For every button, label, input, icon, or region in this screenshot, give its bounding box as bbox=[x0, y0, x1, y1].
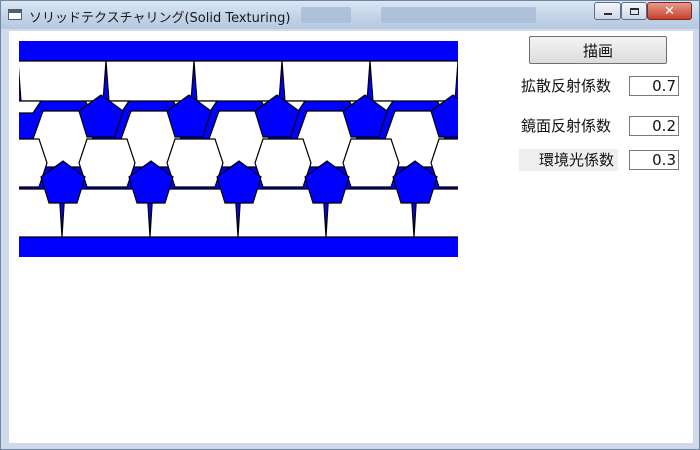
maximize-button[interactable] bbox=[621, 2, 647, 20]
draw-button[interactable]: 描画 bbox=[529, 36, 667, 64]
white-patch bbox=[342, 138, 400, 188]
ambient-label: 環境光係数 bbox=[519, 149, 619, 171]
close-icon: ✕ bbox=[664, 3, 675, 19]
minimize-icon bbox=[603, 13, 612, 15]
white-patch bbox=[369, 60, 458, 102]
ambient-input[interactable] bbox=[629, 150, 679, 170]
white-patch bbox=[19, 60, 107, 102]
background-blur bbox=[301, 7, 351, 23]
title-bar[interactable]: ソリッドテクスチャリング(Solid Texturing) ✕ bbox=[1, 1, 699, 29]
specular-input[interactable] bbox=[629, 116, 679, 136]
maximize-icon bbox=[629, 7, 639, 15]
client-area: 描画 拡散反射係数 鏡面反射係数 環境光係数 bbox=[9, 31, 693, 443]
white-patch bbox=[193, 60, 283, 102]
white-patch bbox=[78, 138, 136, 188]
white-patch bbox=[105, 60, 195, 102]
background-blur bbox=[381, 7, 536, 23]
specular-label: 鏡面反射係数 bbox=[521, 117, 612, 135]
diffuse-input[interactable] bbox=[629, 76, 679, 96]
white-patch bbox=[166, 138, 224, 188]
window-title: ソリッドテクスチャリング(Solid Texturing) bbox=[29, 11, 291, 26]
diffuse-label: 拡散反射係数 bbox=[521, 77, 612, 95]
render-view bbox=[19, 41, 458, 257]
close-button[interactable]: ✕ bbox=[647, 2, 692, 20]
app-window: ソリッドテクスチャリング(Solid Texturing) ✕ 描画 拡散反射係… bbox=[0, 0, 700, 450]
minimize-button[interactable] bbox=[594, 2, 621, 20]
app-icon bbox=[8, 9, 22, 20]
white-patch bbox=[281, 60, 371, 102]
white-patch bbox=[254, 138, 312, 188]
